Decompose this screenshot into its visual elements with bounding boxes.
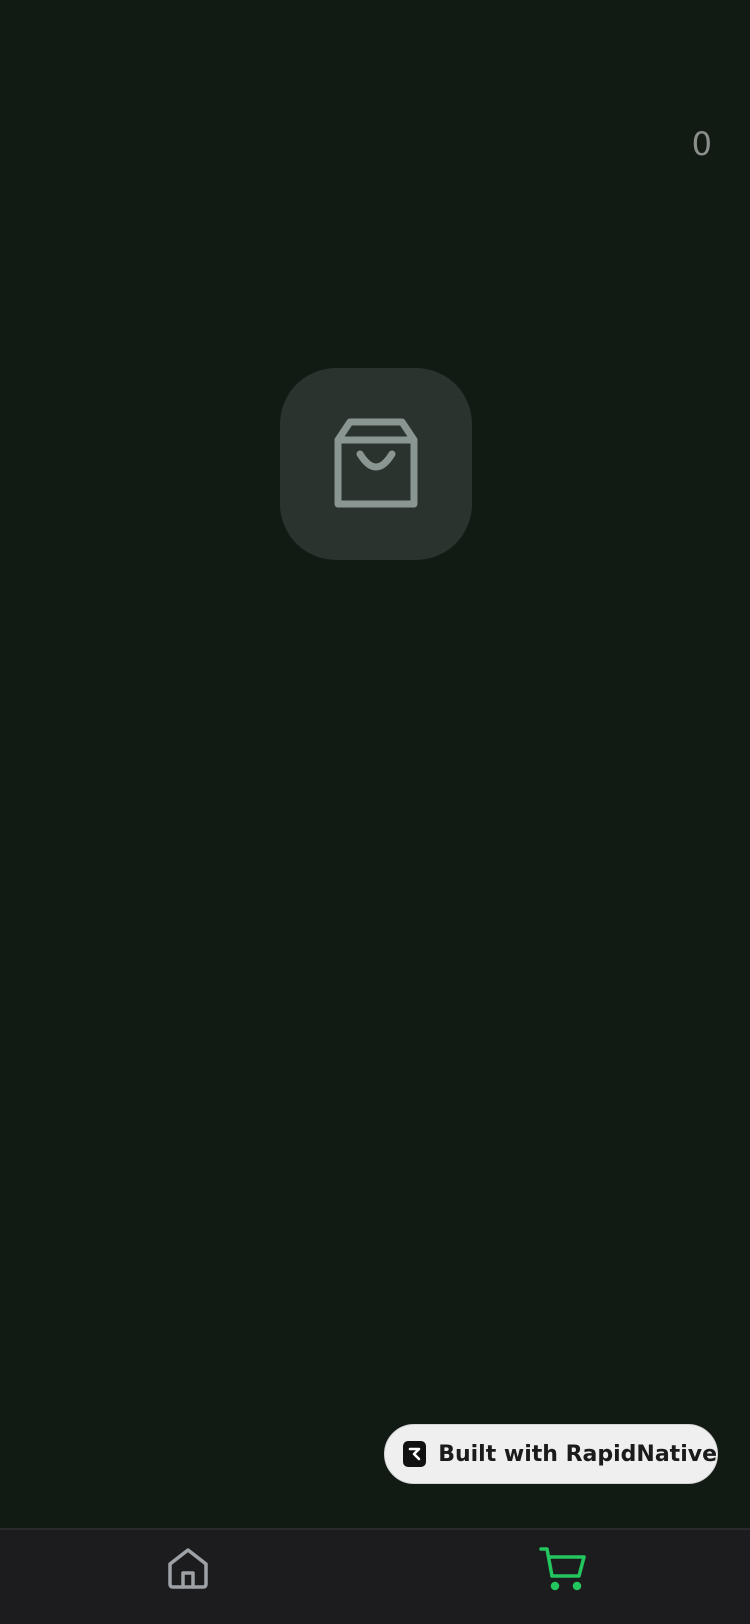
shopping-bag-icon [334, 418, 418, 508]
home-icon [167, 1548, 208, 1589]
empty-cart-illustration [280, 368, 472, 560]
cart-icon [538, 1547, 586, 1591]
bottom-tab-bar [0, 1528, 750, 1624]
built-with-badge[interactable]: Built with RapidNative [384, 1424, 718, 1484]
cart-screen: 0 Built with RapidNative [0, 0, 750, 1624]
rapidnative-logo-icon [403, 1441, 427, 1467]
tab-cart[interactable] [375, 1530, 750, 1624]
built-with-label: Built with RapidNative [438, 1441, 717, 1467]
tab-home[interactable] [0, 1530, 375, 1624]
cart-item-count: 0 [691, 125, 712, 163]
